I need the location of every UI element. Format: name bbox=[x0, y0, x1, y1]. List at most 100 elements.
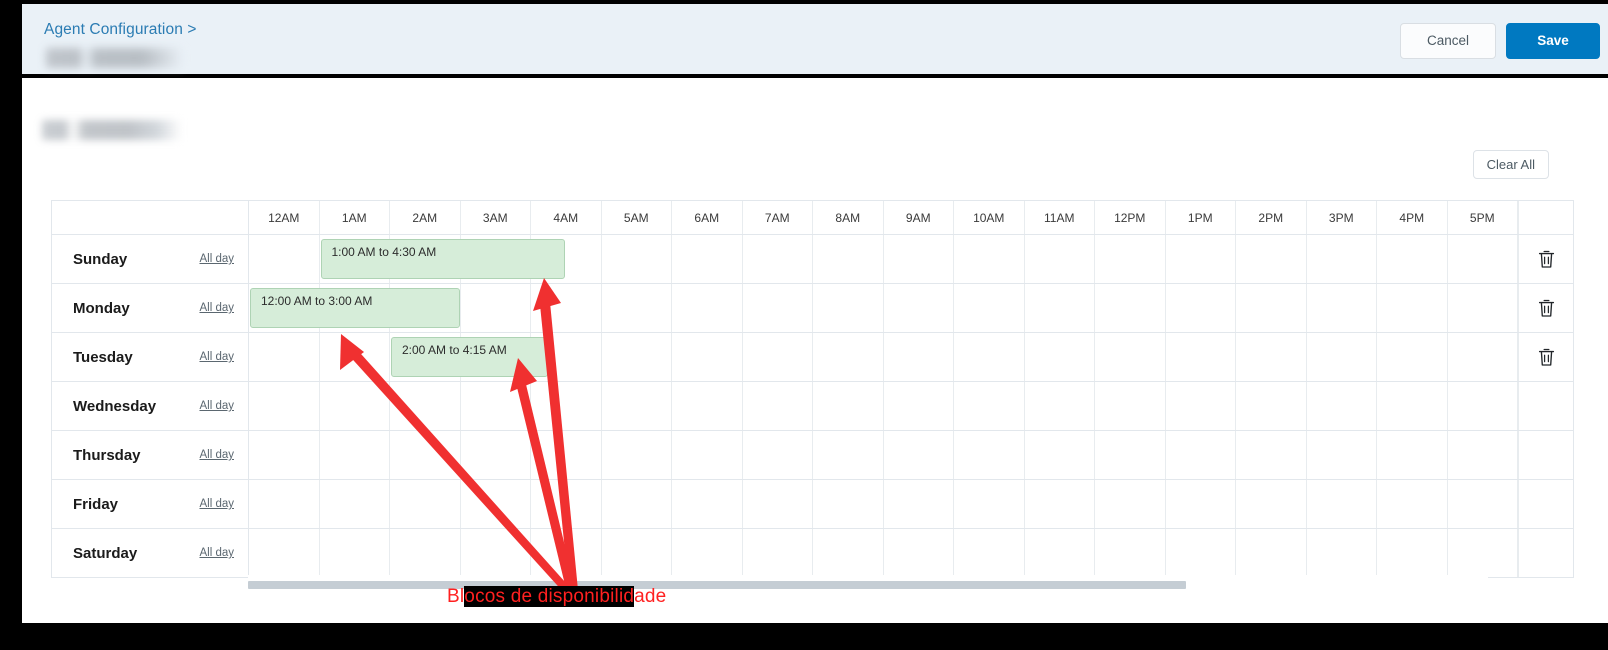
hour-cell[interactable] bbox=[1307, 529, 1377, 577]
hour-cell[interactable] bbox=[743, 529, 813, 577]
hour-cell[interactable] bbox=[884, 480, 954, 528]
hour-cell[interactable] bbox=[1236, 431, 1307, 479]
hour-cell[interactable] bbox=[672, 235, 743, 283]
hour-cell[interactable] bbox=[672, 333, 743, 381]
hour-cell[interactable] bbox=[743, 235, 813, 283]
hour-cell[interactable] bbox=[602, 480, 672, 528]
hour-cell[interactable] bbox=[1377, 333, 1448, 381]
hour-cell[interactable] bbox=[1377, 529, 1448, 577]
hour-cell[interactable] bbox=[1025, 431, 1095, 479]
hour-cell[interactable] bbox=[743, 431, 813, 479]
save-button[interactable]: Save bbox=[1506, 23, 1600, 59]
availability-block[interactable]: 2:00 AM to 4:15 AM bbox=[391, 337, 548, 377]
hour-cell[interactable] bbox=[1236, 284, 1307, 332]
hour-cell[interactable] bbox=[249, 529, 320, 577]
hour-cell[interactable] bbox=[320, 431, 390, 479]
hour-cell[interactable] bbox=[1166, 333, 1236, 381]
hour-cell[interactable] bbox=[813, 235, 884, 283]
hour-cell[interactable] bbox=[813, 284, 884, 332]
hour-cell[interactable] bbox=[1095, 431, 1166, 479]
hour-cell[interactable] bbox=[602, 235, 672, 283]
hour-cell[interactable] bbox=[1377, 431, 1448, 479]
trash-icon[interactable] bbox=[1538, 348, 1555, 367]
hour-cell[interactable] bbox=[1095, 529, 1166, 577]
all-day-link-wednesday[interactable]: All day bbox=[199, 400, 236, 412]
hour-cell[interactable] bbox=[1025, 382, 1095, 430]
all-day-link-thursday[interactable]: All day bbox=[199, 449, 236, 461]
hour-cell[interactable] bbox=[1236, 235, 1307, 283]
hour-cell[interactable] bbox=[1448, 529, 1518, 577]
hour-cell[interactable] bbox=[1307, 284, 1377, 332]
hour-cell[interactable] bbox=[390, 431, 461, 479]
hour-cell[interactable] bbox=[884, 333, 954, 381]
all-day-link-monday[interactable]: All day bbox=[199, 302, 236, 314]
hour-cell[interactable] bbox=[743, 333, 813, 381]
hour-cell[interactable] bbox=[672, 284, 743, 332]
hour-cell[interactable] bbox=[1448, 284, 1518, 332]
hour-cell[interactable] bbox=[884, 431, 954, 479]
hour-cell[interactable] bbox=[531, 284, 602, 332]
availability-block[interactable]: 1:00 AM to 4:30 AM bbox=[320, 239, 566, 279]
trash-icon[interactable] bbox=[1538, 250, 1555, 269]
hour-cell[interactable] bbox=[1166, 235, 1236, 283]
hour-cell[interactable] bbox=[954, 235, 1025, 283]
hour-cell[interactable] bbox=[320, 382, 390, 430]
hour-cell[interactable] bbox=[954, 284, 1025, 332]
hour-cell[interactable] bbox=[1448, 480, 1518, 528]
hour-cell[interactable] bbox=[1236, 480, 1307, 528]
hour-cell[interactable] bbox=[461, 529, 531, 577]
hour-cell[interactable] bbox=[461, 382, 531, 430]
hour-cell[interactable] bbox=[884, 235, 954, 283]
hour-cell[interactable] bbox=[884, 382, 954, 430]
hour-cell[interactable] bbox=[1236, 529, 1307, 577]
hour-cell[interactable] bbox=[1166, 382, 1236, 430]
hour-cell[interactable] bbox=[954, 333, 1025, 381]
hour-cell[interactable] bbox=[1025, 333, 1095, 381]
hour-cell[interactable] bbox=[884, 529, 954, 577]
hour-cell[interactable] bbox=[1448, 431, 1518, 479]
hour-cell[interactable] bbox=[1095, 333, 1166, 381]
hour-cell[interactable] bbox=[1166, 431, 1236, 479]
hour-cell[interactable] bbox=[743, 382, 813, 430]
hour-cell[interactable] bbox=[1025, 529, 1095, 577]
all-day-link-friday[interactable]: All day bbox=[199, 498, 236, 510]
hour-cell[interactable] bbox=[954, 480, 1025, 528]
hour-cell[interactable] bbox=[813, 382, 884, 430]
hour-cell[interactable] bbox=[602, 382, 672, 430]
hour-cell[interactable] bbox=[531, 382, 602, 430]
hour-cell[interactable] bbox=[813, 333, 884, 381]
hour-cell[interactable] bbox=[954, 382, 1025, 430]
hour-cell[interactable] bbox=[602, 431, 672, 479]
hour-cell[interactable] bbox=[1025, 235, 1095, 283]
hour-cell[interactable] bbox=[249, 382, 320, 430]
hour-cell[interactable] bbox=[672, 382, 743, 430]
hour-cell[interactable] bbox=[1307, 333, 1377, 381]
hour-cell[interactable] bbox=[461, 284, 531, 332]
hour-cell[interactable] bbox=[1025, 284, 1095, 332]
hour-cell[interactable] bbox=[1377, 235, 1448, 283]
scrollbar-thumb[interactable] bbox=[248, 581, 1186, 589]
hour-cell[interactable] bbox=[1095, 382, 1166, 430]
all-day-link-sunday[interactable]: All day bbox=[199, 253, 236, 265]
hour-cell[interactable] bbox=[249, 431, 320, 479]
all-day-link-saturday[interactable]: All day bbox=[199, 547, 236, 559]
hour-cell[interactable] bbox=[461, 431, 531, 479]
hour-cell[interactable] bbox=[1307, 431, 1377, 479]
hour-cell[interactable] bbox=[1236, 382, 1307, 430]
hour-cell[interactable] bbox=[1377, 480, 1448, 528]
hour-cell[interactable] bbox=[390, 382, 461, 430]
hour-cell[interactable] bbox=[602, 333, 672, 381]
hour-cell[interactable] bbox=[672, 431, 743, 479]
hour-cell[interactable] bbox=[1025, 480, 1095, 528]
hour-cell[interactable] bbox=[1166, 284, 1236, 332]
hour-cell[interactable] bbox=[1307, 382, 1377, 430]
hour-cell[interactable] bbox=[672, 480, 743, 528]
hour-cell[interactable] bbox=[1095, 284, 1166, 332]
trash-icon[interactable] bbox=[1538, 299, 1555, 318]
hour-cell[interactable] bbox=[813, 480, 884, 528]
hour-cell[interactable] bbox=[531, 529, 602, 577]
hour-cell[interactable] bbox=[249, 333, 320, 381]
hour-cell[interactable] bbox=[1307, 235, 1377, 283]
hour-cell[interactable] bbox=[461, 480, 531, 528]
hour-cell[interactable] bbox=[743, 480, 813, 528]
